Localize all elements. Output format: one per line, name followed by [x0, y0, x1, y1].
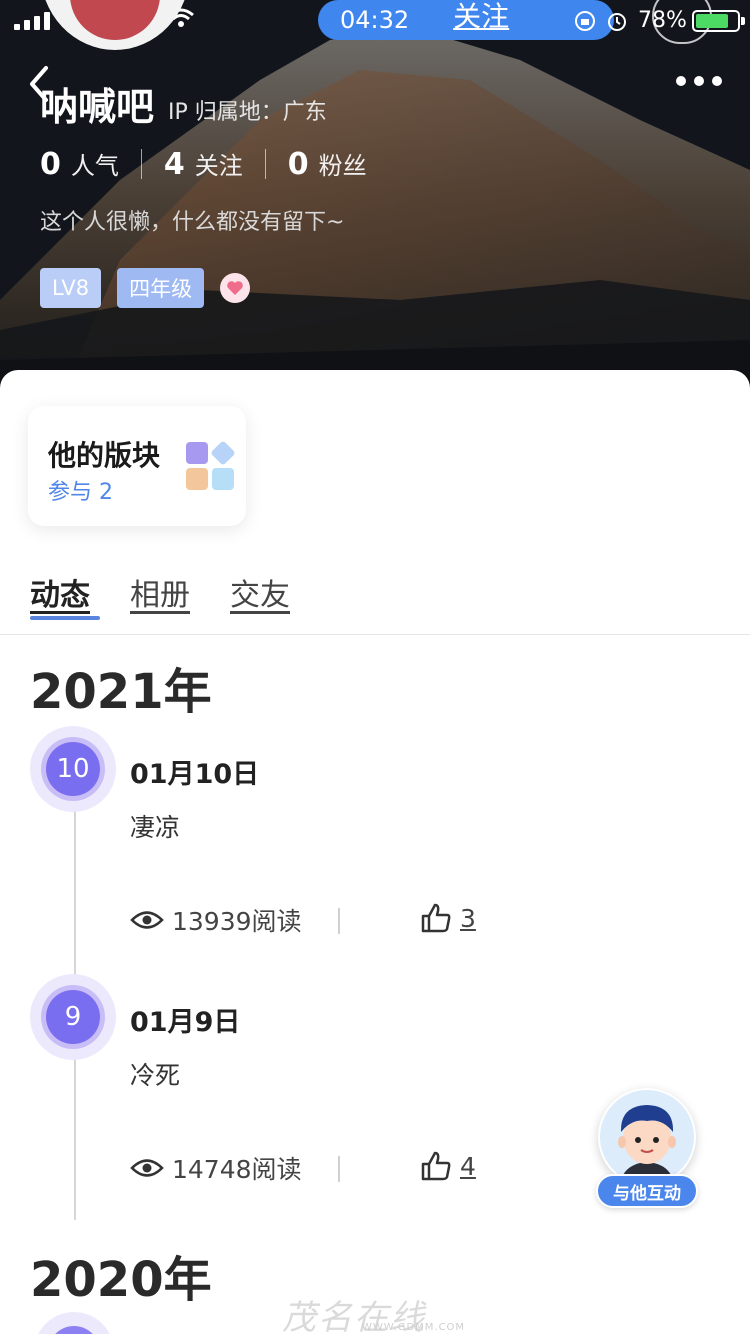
stat-popularity: 0 人气 [40, 147, 119, 182]
clock-time: 04:32 [340, 6, 410, 34]
more-options-icon[interactable] [676, 76, 722, 86]
eye-icon [130, 911, 164, 929]
cartoon-avatar-icon [600, 1090, 694, 1186]
boards-count: 参与 2 [48, 480, 113, 505]
boards-grid-icon [184, 440, 236, 490]
time-follow-pill[interactable]: 04:32 关注 [318, 0, 614, 40]
profile-bio: 这个人很懒，什么都没有留下~ [40, 210, 345, 235]
badges-row: LV8 四年级 [40, 268, 251, 308]
meta-divider [338, 1156, 340, 1182]
interact-avatar[interactable] [598, 1088, 696, 1186]
like-button[interactable]: 4 [420, 1150, 476, 1182]
post-date: 01月10日 [130, 759, 260, 790]
watermark-url: WWW.GDMM.COM [362, 1322, 466, 1333]
thumbs-up-icon [421, 1151, 451, 1181]
views-count: 13939阅读 [130, 902, 302, 938]
post-date: 01月9日 [130, 1007, 241, 1038]
like-count: 3 [460, 903, 476, 933]
profile-tabs: 动态 相册 交友 [30, 570, 290, 620]
post-meta: 14748阅读 4 [130, 1150, 490, 1190]
stat-followers[interactable]: 0 粉丝 [288, 146, 367, 182]
boards-card[interactable]: 他的版块 参与 2 [28, 406, 246, 526]
orientation-lock-icon [575, 10, 595, 31]
post-text: 冷死 [130, 1061, 181, 1090]
username: 呐喊吧 [40, 85, 155, 129]
year-heading: 2021年 [30, 664, 212, 720]
tab-friends[interactable]: 交友 [230, 570, 290, 614]
stat-following[interactable]: 4 关注 [164, 146, 243, 182]
cellular-signal-icon [14, 10, 50, 30]
tab-activity[interactable]: 动态 [30, 570, 100, 620]
stat-divider [264, 149, 266, 179]
alarm-icon [608, 12, 626, 31]
year-heading: 2020年 [30, 1252, 212, 1308]
like-count: 4 [460, 1151, 476, 1181]
ip-location: IP 归属地：广东 [168, 100, 327, 125]
thumbs-up-icon [421, 903, 451, 933]
battery-tip [741, 17, 745, 25]
grade-badge: 四年级 [117, 268, 205, 308]
views-count: 14748阅读 [130, 1150, 302, 1186]
tab-album[interactable]: 相册 [130, 570, 190, 614]
like-button[interactable]: 3 [420, 902, 476, 934]
heart-icon [220, 273, 251, 303]
battery-icon [692, 10, 740, 32]
interact-button[interactable]: 与他互动 [596, 1174, 698, 1208]
meta-divider [338, 908, 340, 934]
eye-icon [130, 1159, 164, 1177]
level-badge: LV8 [40, 268, 102, 308]
profile-stats: 0 人气 4 关注 0 粉丝 [40, 146, 367, 182]
profile-header-background [0, 0, 750, 400]
post-text: 凄凉 [130, 813, 181, 842]
stat-divider [140, 149, 142, 179]
mountain-landscape-image [0, 0, 750, 400]
post-meta: 13939阅读 3 [130, 902, 490, 942]
tabs-divider [0, 634, 750, 635]
follow-button[interactable]: 关注 [453, 0, 509, 35]
day-badge: 10 [30, 726, 116, 812]
boards-title: 他的版块 [48, 439, 161, 472]
day-badge: 9 [30, 974, 116, 1060]
